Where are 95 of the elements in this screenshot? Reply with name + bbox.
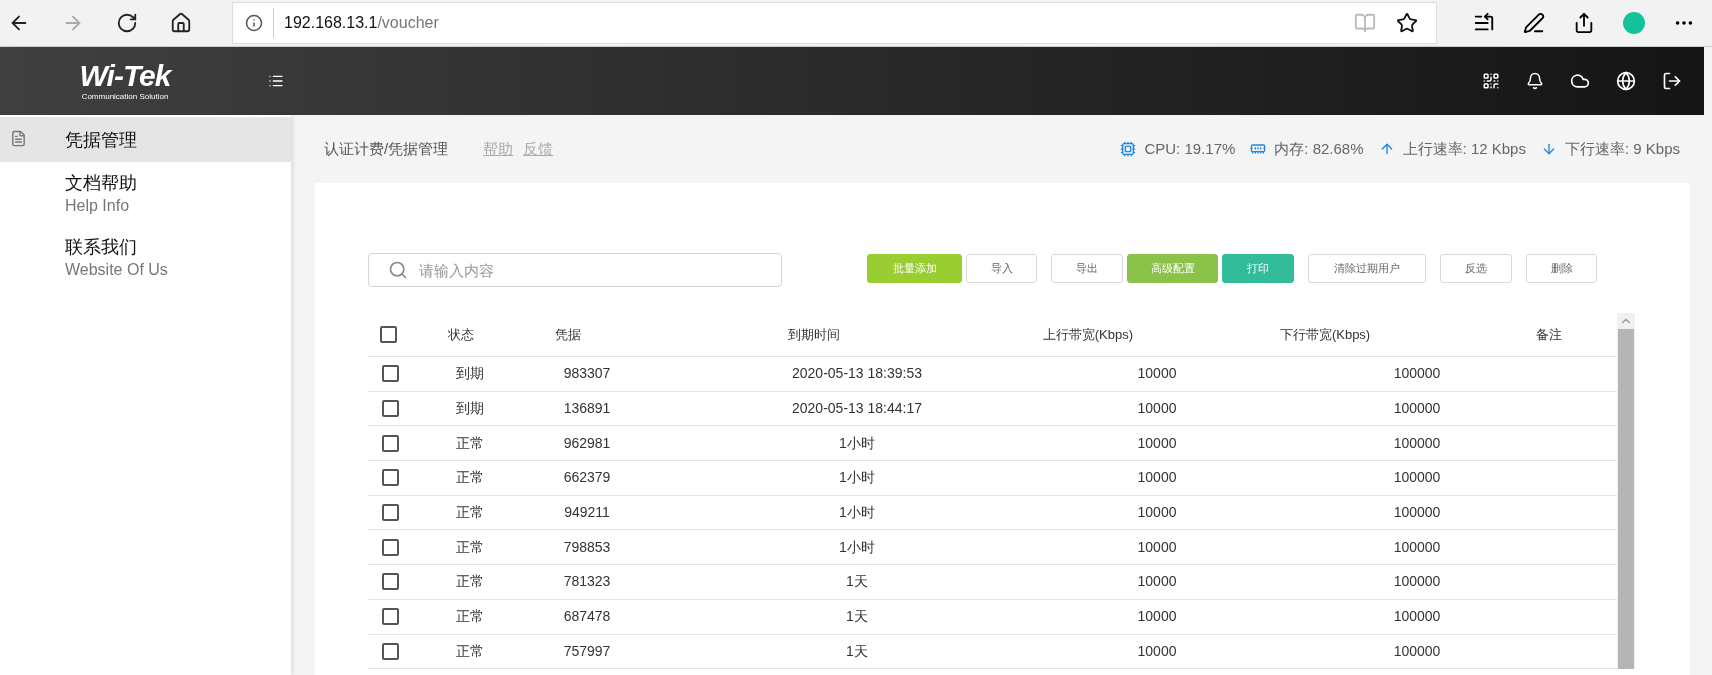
stat-text: CPU: 19.17% [1144,138,1236,159]
table-cell-text: 983307 [563,364,611,384]
stat-text: 下行速率: 9 Kbps [1564,138,1680,159]
table-cell-text: 正常 [455,607,484,627]
stat-text: 内存: 82.68% [1274,138,1364,159]
cpu-icon [1120,141,1137,157]
column-header: 凭据 [554,325,581,344]
globe-icon[interactable] [1616,71,1636,91]
table-cell-text: 100000 [1393,537,1441,557]
table-cell-text: 100000 [1393,641,1441,661]
table-cell-text: 2020-05-13 18:39:53 [792,364,922,384]
table-cell-text: 100000 [1393,503,1441,523]
checkbox[interactable] [381,573,399,591]
document-icon [10,130,27,147]
address-bar[interactable]: 192.168.13.1/voucher [232,2,1437,44]
table-cell-text: 正常 [455,641,484,661]
table-cell-text: 1天 [846,641,868,661]
table-cell-text: 10000 [1137,607,1177,627]
column-header: 到期时间 [788,325,841,344]
table-cell-text: 662379 [563,468,611,488]
breadcrumb: 认证计费/凭据管理 [324,138,449,159]
home-icon[interactable] [170,12,192,34]
refresh-icon[interactable] [116,12,138,34]
checkbox[interactable] [381,434,399,452]
table-cell-text: 10000 [1137,572,1177,592]
memory-icon [1250,141,1267,157]
checkbox[interactable] [381,469,399,487]
checkbox[interactable] [381,400,399,418]
checkbox[interactable] [381,365,399,383]
table-cell-text: 100000 [1393,572,1441,592]
table-cell-text: 10000 [1137,641,1177,661]
bell-icon[interactable] [1526,72,1544,90]
share-icon[interactable] [1573,12,1595,34]
table-cell-text: 100000 [1393,433,1441,453]
checkbox[interactable] [381,504,399,522]
column-header: 下行带宽(Kbps) [1279,325,1371,344]
table-cell-text: 136891 [563,399,611,419]
table-cell-text: 100000 [1393,468,1441,488]
toolbar-button[interactable]: 导入 [966,254,1037,283]
table-cell-text: 1小时 [839,537,875,557]
checkbox[interactable] [379,326,397,343]
sidebar-item[interactable]: 凭据管理 [0,117,291,162]
toolbar-button[interactable]: 删除 [1526,254,1597,283]
table-cell-text: 100000 [1393,399,1441,419]
toolbar-button[interactable]: 导出 [1051,254,1123,283]
logo: Wi-Tek Communication Solution [78,60,174,102]
scrollbar[interactable] [1617,313,1635,670]
column-header: 备注 [1535,325,1562,344]
table-cell-text: 到期 [455,364,484,384]
table-cell-text: 798853 [563,537,611,557]
table-cell-text: 1小时 [839,503,875,523]
table-cell-text: 10000 [1137,399,1177,419]
table-cell-text: 正常 [455,433,484,453]
table-cell-text: 1小时 [839,468,875,488]
toolbar-button[interactable]: 反选 [1440,254,1512,283]
stat-text: 上行速率: 12 Kbps [1402,138,1526,159]
table-cell-text: 2020-05-13 18:44:17 [792,399,922,419]
pen-icon[interactable] [1523,12,1545,34]
table-cell-text: 1天 [846,572,868,592]
star-icon[interactable] [1396,12,1418,34]
table-cell-text: 757997 [563,641,611,661]
url-text: 192.168.13.1/voucher [284,13,440,33]
table-cell-text: 正常 [455,537,484,557]
table-cell-text: 正常 [455,572,484,592]
menu-icon[interactable] [268,73,284,89]
column-header: 状态 [447,325,474,344]
table-cell-text: 到期 [455,399,484,419]
table-cell-text: 正常 [455,503,484,523]
search-icon [388,260,408,280]
sidebar-item[interactable]: 文档帮助 Help Info [0,162,291,226]
table-cell-text: 10000 [1137,537,1177,557]
info-icon [245,14,263,32]
table-cell-text: 10000 [1137,468,1177,488]
toolbar-button[interactable]: 清除过期用户 [1308,254,1426,283]
table-cell-text: 10000 [1137,433,1177,453]
table-cell-text: 100000 [1393,364,1441,384]
table-cell-text: 10000 [1137,364,1177,384]
column-header: 上行带宽(Kbps) [1042,325,1133,344]
table-cell-text: 1天 [846,607,868,627]
table-cell-text: 100000 [1393,607,1441,627]
logout-icon[interactable] [1662,71,1682,91]
qr-code-icon[interactable] [1482,72,1500,90]
table-cell-text: 962981 [563,433,611,453]
checkbox[interactable] [381,608,399,626]
checkbox[interactable] [381,642,399,660]
table-cell-text: 正常 [455,468,484,488]
table-cell-text: 949211 [564,503,610,523]
table-cell-text: 687478 [563,607,611,627]
sidebar-item[interactable]: 联系我们 Website Of Us [0,226,291,290]
table-cell-text: 10000 [1137,503,1177,523]
table-cell-text: 1小时 [839,433,875,453]
search-field[interactable]: 请输入内容 [368,253,782,287]
cloud-icon[interactable] [1570,71,1590,91]
table-cell-text: 781323 [563,572,611,592]
checkbox[interactable] [381,538,399,556]
